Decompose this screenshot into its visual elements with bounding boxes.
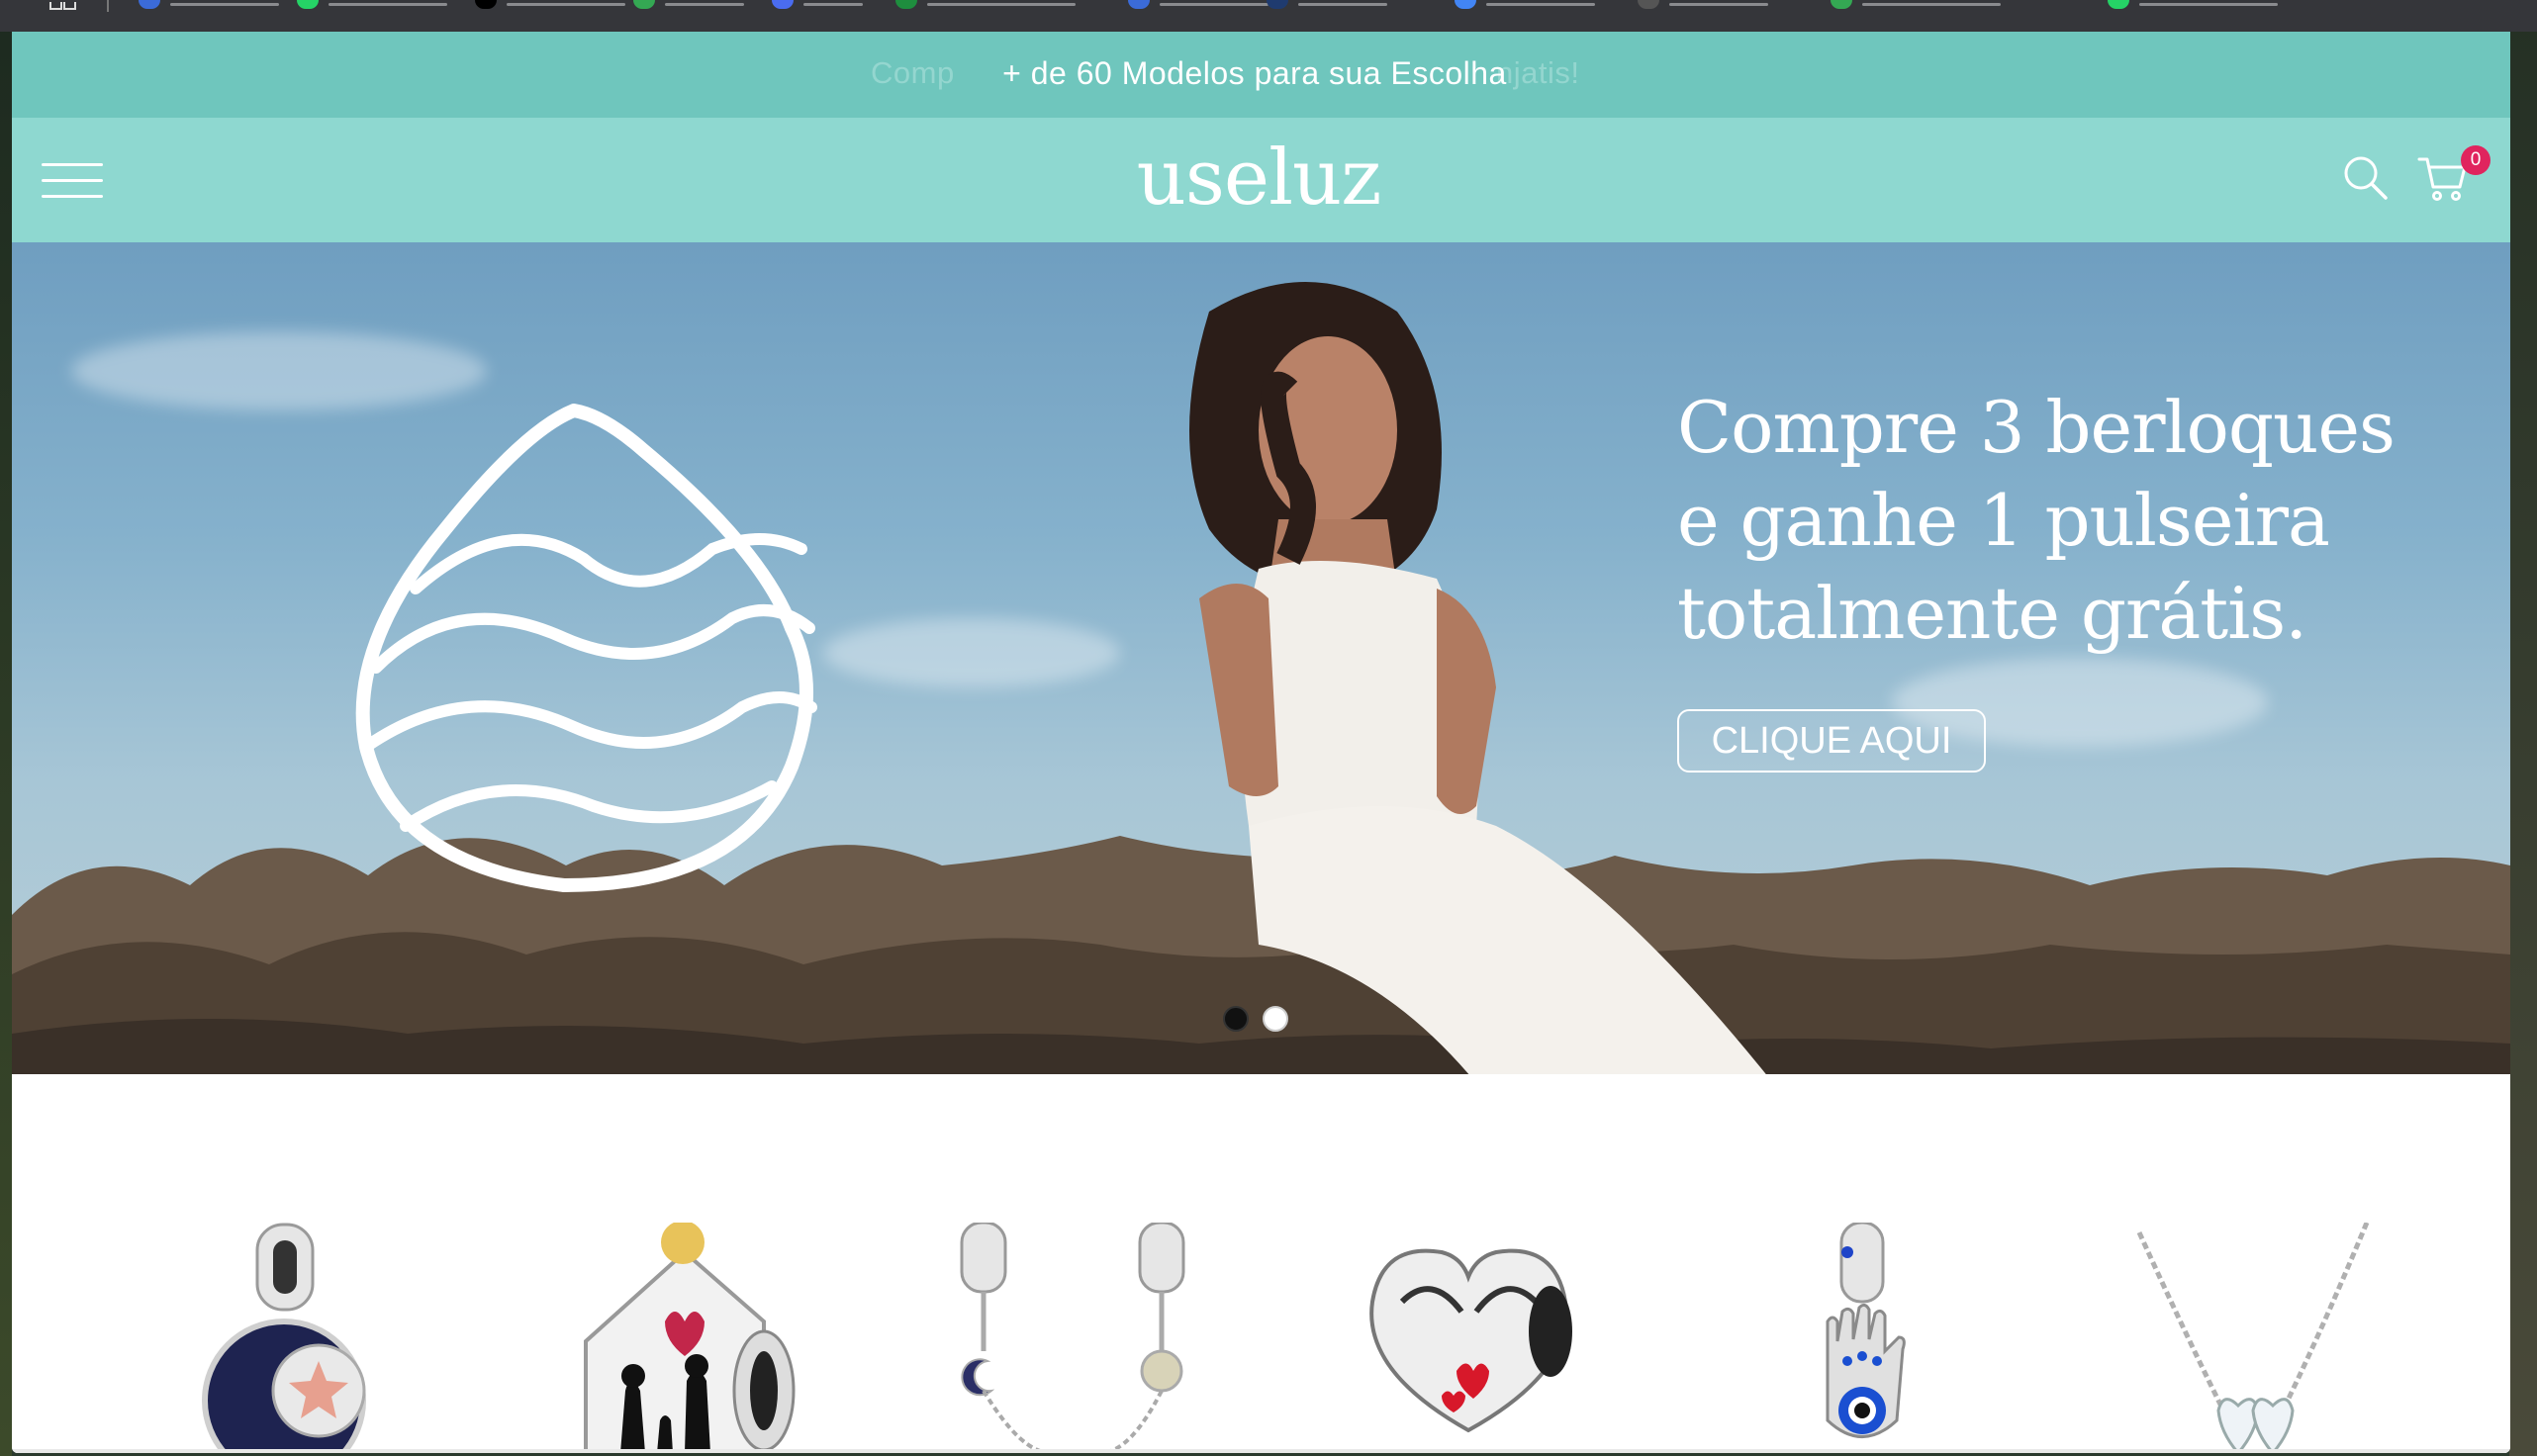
bookmark-favicon-black	[475, 0, 497, 9]
product-item-family-house-charm[interactable]	[566, 1221, 803, 1453]
bookmark-favicon-blue	[139, 0, 160, 9]
bookmark-favicon-green-square	[895, 0, 917, 9]
hamburger-menu-icon[interactable]	[42, 161, 103, 201]
charm-icon	[960, 1221, 1185, 1453]
bookmark-favicon-navy	[1267, 0, 1288, 9]
bookmark-label-bar	[927, 3, 1076, 6]
hero-title-line-1: Compre 3 berloques	[1677, 386, 2396, 469]
bookmark-favicon-blue-circle	[1455, 0, 1476, 9]
bookmark-item[interactable]	[1455, 0, 1595, 10]
brand-drop-logo-icon	[355, 404, 817, 892]
site-logo[interactable]: useluz	[1110, 134, 1407, 223]
bookmark-item[interactable]	[2108, 0, 2278, 10]
bookmark-item[interactable]	[895, 0, 1076, 10]
bookmark-label-bar	[329, 3, 447, 6]
bookmark-favicon-green	[633, 0, 655, 9]
announcement-text: + de 60 Modelos para sua Escolha	[1002, 55, 1507, 91]
bookmark-item[interactable]	[475, 0, 625, 10]
bookmark-favicon-blue	[772, 0, 794, 9]
bookmark-item[interactable]	[633, 0, 744, 10]
bookmark-favicon-gray	[1638, 0, 1659, 9]
bookmark-item[interactable]	[1128, 0, 1268, 10]
bookmark-label-bar	[2139, 3, 2278, 6]
product-carousel	[12, 1074, 2510, 1453]
hero-cta-button[interactable]: CLIQUE AQUI	[1677, 709, 1986, 773]
bookmark-favicon-green-square	[1831, 0, 1852, 9]
charm-icon	[584, 1221, 796, 1453]
bookmark-label-bar	[170, 3, 279, 6]
bookmark-item[interactable]	[1831, 0, 2001, 10]
slideshow-pagination	[1223, 1006, 1302, 1032]
bookmark-item[interactable]	[772, 0, 863, 10]
whatsapp-icon	[297, 0, 319, 9]
cart-count-badge: 0	[2461, 145, 2490, 175]
hero-title: Compre 3 berloques e ganhe 1 pulseira to…	[1677, 381, 2469, 660]
necklace-icon	[2136, 1222, 2370, 1453]
bookmarks-separator	[107, 0, 109, 12]
desktop-edge-left	[0, 0, 12, 1456]
bookmark-label-bar	[1298, 3, 1387, 6]
product-item-moon-sun-chain-charm[interactable]	[952, 1221, 1199, 1453]
charm-icon	[1826, 1221, 1906, 1438]
bookmark-label-bar	[1862, 3, 2001, 6]
hero-banner[interactable]: Compre 3 berloques e ganhe 1 pulseira to…	[12, 242, 2510, 1074]
bookmark-label-bar	[1486, 3, 1595, 6]
bookmark-label-bar	[1160, 3, 1268, 6]
product-item-heart-necklace[interactable]	[2129, 1222, 2377, 1453]
apps-grid-icon[interactable]	[49, 2, 76, 10]
hero-title-line-2: e ganhe 1 pulseira	[1677, 479, 2330, 562]
bookmark-item[interactable]	[1638, 0, 1768, 10]
charm-icon	[202, 1223, 366, 1453]
bookmark-label-bar	[803, 3, 863, 6]
page-bottom-divider	[12, 1449, 2510, 1453]
announcement-bar: Comp njatis! + de 60 Modelos para sua Es…	[12, 32, 2510, 118]
bookmark-item[interactable]	[139, 0, 279, 10]
bookmark-favicon-blue	[1128, 0, 1150, 9]
bookmark-label-bar	[665, 3, 744, 6]
search-icon[interactable]	[2341, 153, 2391, 203]
whatsapp-icon	[2108, 0, 2129, 9]
bookmark-item[interactable]	[297, 0, 447, 10]
site-header: useluz 0	[12, 118, 2510, 242]
hero-title-line-3: totalmente grátis.	[1677, 572, 2307, 655]
bookmark-item[interactable]	[1267, 0, 1387, 10]
product-item-hamsa-evil-eye-charm[interactable]	[1808, 1221, 1917, 1453]
product-item-couple-heart-charm[interactable]	[1362, 1223, 1575, 1453]
browser-page: Comp njatis! + de 60 Modelos para sua Es…	[12, 32, 2510, 1453]
product-item-celestial-charm[interactable]	[170, 1223, 398, 1453]
desktop-edge-right	[2509, 0, 2537, 1456]
bookmark-label-bar	[507, 3, 625, 6]
slide-dot-1[interactable]	[1223, 1006, 1249, 1032]
bookmarks-bar	[0, 0, 2537, 32]
charm-icon	[1369, 1248, 1572, 1433]
slide-dot-2[interactable]	[1263, 1006, 1288, 1032]
bookmark-label-bar	[1669, 3, 1768, 6]
